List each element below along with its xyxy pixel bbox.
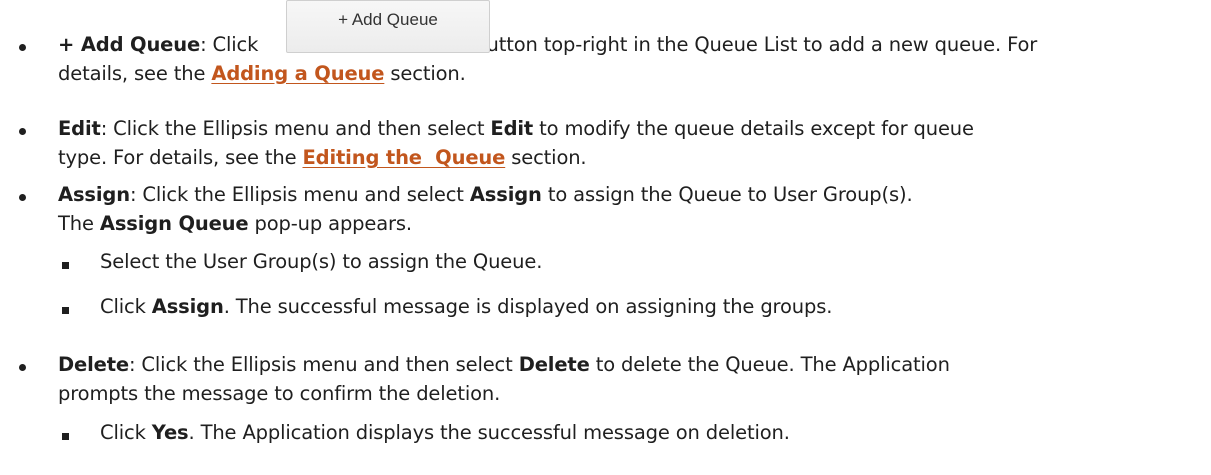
line: Delete: Click the Ellipsis menu and then… <box>58 353 950 376</box>
sub-item-click-assign: Click Assign. The successful message is … <box>100 295 833 318</box>
list-item-add-queue: + Add Queue: Click button top-right in th… <box>58 30 1198 88</box>
sub-item-select-groups: Select the User Group(s) to assign the Q… <box>100 250 543 273</box>
text: : Click <box>200 33 259 56</box>
bullet-icon <box>19 194 26 201</box>
add-queue-button[interactable]: + Add Queue <box>286 0 490 53</box>
term-delete: Delete <box>58 353 129 376</box>
list-item-delete: Delete: Click the Ellipsis menu and then… <box>58 350 1198 408</box>
term-edit: Edit <box>58 117 101 140</box>
bullet-icon <box>19 364 26 371</box>
square-bullet-icon <box>62 262 69 269</box>
link-editing-the-queue[interactable]: Editing the Queue <box>303 146 506 169</box>
term-add-queue: + Add Queue <box>58 33 201 56</box>
line: type. For details, see the Editing the Q… <box>58 146 587 169</box>
list-item-edit: Edit: Click the Ellipsis menu and then s… <box>58 114 1198 172</box>
line: details, see the Adding a Queue section. <box>58 62 466 85</box>
bullet-icon <box>19 44 26 51</box>
link-adding-a-queue[interactable]: Adding a Queue <box>211 62 384 85</box>
text: button top-right in the Queue List to ad… <box>474 33 1038 56</box>
sub-item-click-yes: Click Yes. The Application displays the … <box>100 421 790 444</box>
square-bullet-icon <box>62 433 69 440</box>
bullet-icon <box>19 128 26 135</box>
line: Assign: Click the Ellipsis menu and sele… <box>58 183 913 206</box>
square-bullet-icon <box>62 307 69 314</box>
list-item-assign: Assign: Click the Ellipsis menu and sele… <box>58 180 1198 238</box>
line: prompts the message to confirm the delet… <box>58 382 501 405</box>
line: Edit: Click the Ellipsis menu and then s… <box>58 117 974 140</box>
term-assign: Assign <box>58 183 130 206</box>
line: + Add Queue: Click button top-right in th… <box>58 30 1198 59</box>
line: The Assign Queue pop-up appears. <box>58 212 412 235</box>
